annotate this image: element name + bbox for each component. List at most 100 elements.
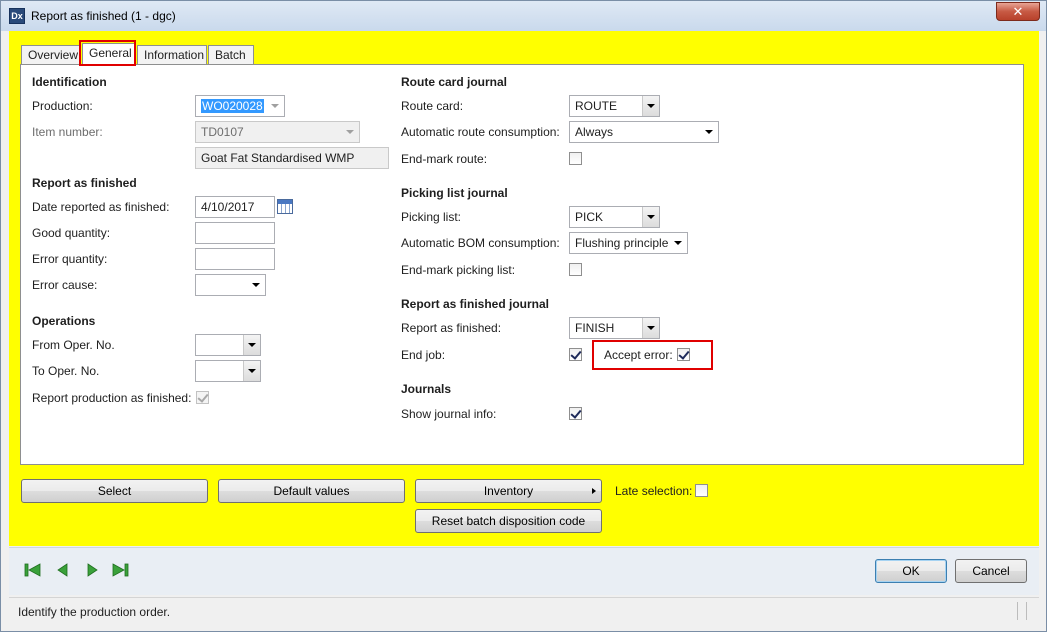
chevron-down-icon xyxy=(271,104,279,108)
select-button[interactable]: Select xyxy=(21,479,208,503)
tab-overview[interactable]: Overview xyxy=(21,45,81,65)
error-cause-field[interactable] xyxy=(195,274,266,296)
end-mark-picking-label: End-mark picking list: xyxy=(401,263,516,277)
section-identification: Identification xyxy=(32,75,107,89)
previous-record-icon[interactable] xyxy=(54,562,72,578)
report-production-label: Report production as finished: xyxy=(32,391,192,405)
cancel-button[interactable]: Cancel xyxy=(955,559,1027,583)
section-raf-journal: Report as finished journal xyxy=(401,297,550,311)
last-record-icon[interactable] xyxy=(111,562,129,578)
report-as-finished-window: Dx Report as finished (1 - dgc) ✕ Overvi… xyxy=(0,0,1047,632)
item-number-dropdown xyxy=(342,122,359,142)
to-oper-dropdown[interactable] xyxy=(243,361,260,381)
raf-label: Report as finished: xyxy=(401,321,502,335)
reset-batch-button[interactable]: Reset batch disposition code xyxy=(415,509,602,533)
raf-value: FINISH xyxy=(575,321,615,335)
date-reported-field[interactable]: 4/10/2017 xyxy=(195,196,275,218)
tab-batch[interactable]: Batch xyxy=(208,45,254,65)
date-reported-label: Date reported as finished: xyxy=(32,200,170,214)
late-selection-label: Late selection: xyxy=(615,484,693,498)
tab-information[interactable]: Information xyxy=(137,45,207,65)
auto-bom-value: Flushing principle xyxy=(575,236,669,250)
production-label: Production: xyxy=(32,99,93,113)
next-record-icon[interactable] xyxy=(83,562,101,578)
date-reported-value: 4/10/2017 xyxy=(201,200,255,214)
chevron-down-icon xyxy=(674,241,682,245)
end-job-label: End job: xyxy=(401,348,446,362)
good-quantity-field[interactable] xyxy=(195,222,275,244)
general-panel: Identification Production: WO020028 Item… xyxy=(20,64,1024,465)
section-journals: Journals xyxy=(401,382,452,396)
end-mark-picking-checkbox[interactable] xyxy=(569,263,582,276)
show-journal-info-label: Show journal info: xyxy=(401,407,497,421)
error-quantity-label: Error quantity: xyxy=(32,252,108,266)
default-values-button[interactable]: Default values xyxy=(218,479,405,503)
item-name-field: Goat Fat Standardised WMP xyxy=(195,147,389,169)
chevron-down-icon xyxy=(705,130,713,134)
chevron-down-icon xyxy=(248,343,256,347)
item-number-field: TD0107 xyxy=(195,121,360,143)
tab-general[interactable]: General xyxy=(82,43,136,66)
form-body: Overview General Information Batch Ident… xyxy=(9,31,1039,546)
error-cause-dropdown[interactable] xyxy=(248,275,265,295)
end-job-checkbox[interactable] xyxy=(569,348,582,361)
raf-dropdown[interactable] xyxy=(642,318,659,338)
section-operations: Operations xyxy=(32,314,96,328)
title-bar: Dx Report as finished (1 - dgc) ✕ xyxy=(1,1,1046,31)
picking-list-value: PICK xyxy=(575,210,604,224)
route-card-field[interactable]: ROUTE xyxy=(569,95,660,117)
status-bar: Identify the production order. xyxy=(9,597,1039,625)
close-button[interactable]: ✕ xyxy=(996,2,1040,21)
show-journal-info-checkbox[interactable] xyxy=(569,407,582,420)
section-picking-list-journal: Picking list journal xyxy=(401,186,508,200)
chevron-down-icon xyxy=(647,215,655,219)
item-number-value: TD0107 xyxy=(201,125,244,139)
accept-error-checkbox[interactable] xyxy=(677,348,690,361)
from-oper-field[interactable] xyxy=(195,334,261,356)
error-cause-label: Error cause: xyxy=(32,278,98,292)
auto-bom-field[interactable]: Flushing principle xyxy=(569,232,688,254)
calendar-icon[interactable] xyxy=(277,199,293,214)
picking-list-field[interactable]: PICK xyxy=(569,206,660,228)
report-production-checkbox xyxy=(196,391,209,404)
item-number-label: Item number: xyxy=(32,125,103,139)
first-record-icon[interactable] xyxy=(24,562,42,578)
to-oper-label: To Oper. No. xyxy=(32,364,100,378)
route-card-label: Route card: xyxy=(401,99,464,113)
error-quantity-field[interactable] xyxy=(195,248,275,270)
end-mark-route-checkbox[interactable] xyxy=(569,152,582,165)
from-oper-dropdown[interactable] xyxy=(243,335,260,355)
to-oper-field[interactable] xyxy=(195,360,261,382)
route-card-dropdown[interactable] xyxy=(642,96,659,116)
auto-bom-label: Automatic BOM consumption: xyxy=(401,236,560,250)
chevron-right-icon xyxy=(592,488,596,494)
resize-grip[interactable] xyxy=(1017,602,1027,620)
inventory-button[interactable]: Inventory xyxy=(415,479,602,503)
accept-error-label: Accept error: xyxy=(604,348,673,362)
end-mark-route-label: End-mark route: xyxy=(401,152,488,166)
chevron-down-icon xyxy=(248,369,256,373)
auto-route-label: Automatic route consumption: xyxy=(401,125,560,139)
app-icon: Dx xyxy=(9,8,25,24)
route-card-value: ROUTE xyxy=(575,99,617,113)
production-field[interactable]: WO020028 xyxy=(195,95,285,117)
production-dropdown[interactable] xyxy=(267,96,284,116)
chevron-down-icon xyxy=(647,326,655,330)
production-value: WO020028 xyxy=(201,99,264,113)
late-selection-checkbox[interactable] xyxy=(695,484,708,497)
raf-field[interactable]: FINISH xyxy=(569,317,660,339)
chevron-down-icon xyxy=(647,104,655,108)
status-text: Identify the production order. xyxy=(18,605,171,619)
auto-route-value: Always xyxy=(575,125,614,139)
picking-list-dropdown[interactable] xyxy=(642,207,659,227)
ok-button[interactable]: OK xyxy=(875,559,947,583)
inventory-label: Inventory xyxy=(483,484,534,498)
auto-route-dropdown[interactable] xyxy=(701,122,718,142)
auto-bom-dropdown[interactable] xyxy=(670,233,687,253)
chevron-down-icon xyxy=(252,283,260,287)
window-title: Report as finished (1 - dgc) xyxy=(31,9,176,23)
from-oper-label: From Oper. No. xyxy=(32,338,115,352)
auto-route-field[interactable]: Always xyxy=(569,121,719,143)
item-name-value: Goat Fat Standardised WMP xyxy=(201,151,355,165)
footer-bar: OK Cancel xyxy=(9,547,1039,595)
